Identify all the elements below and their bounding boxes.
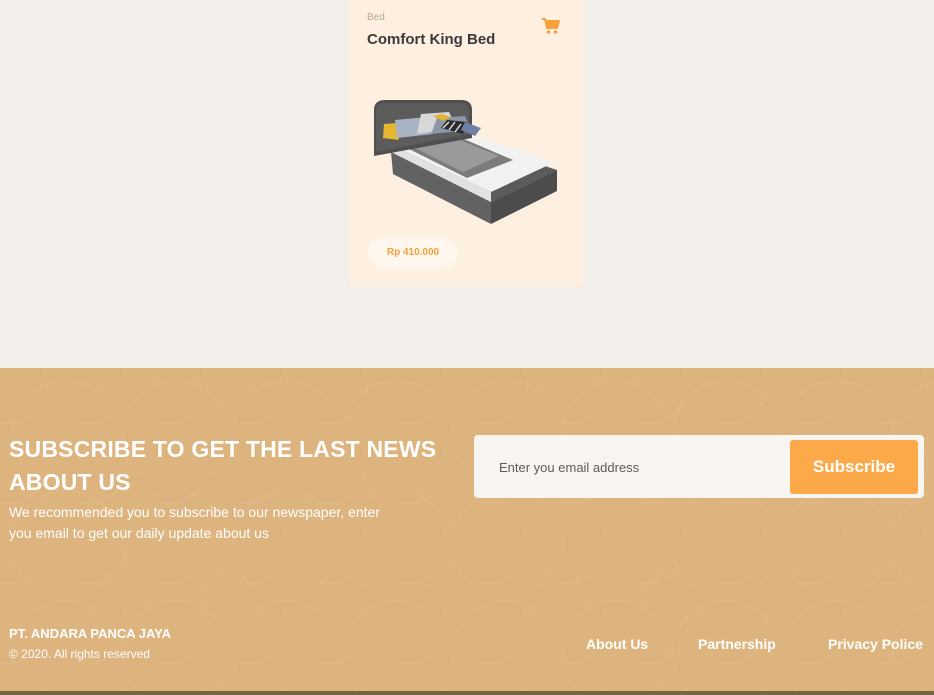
- subscribe-description-line-2: you email to get our daily update about …: [9, 525, 269, 541]
- subscribe-description-line-1: We recommended you to subscribe to our n…: [9, 504, 380, 520]
- product-category: Bed: [367, 12, 385, 23]
- bottom-divider: [0, 691, 934, 695]
- subscribe-form: Subscribe: [474, 435, 924, 498]
- subscribe-heading-line-2: ABOUT US: [9, 469, 131, 495]
- footer-link-partnership[interactable]: Partnership: [698, 636, 776, 652]
- subscribe-description: We recommended you to subscribe to our n…: [9, 502, 429, 544]
- cart-icon[interactable]: [541, 17, 561, 35]
- product-card[interactable]: Bed Comfort King Bed Rp 410.000: [349, 0, 584, 287]
- subscribe-heading: SUBSCRIBE TO GET THE LAST NEWS ABOUT US: [9, 433, 439, 499]
- email-input[interactable]: [497, 454, 781, 480]
- subscribe-button[interactable]: Subscribe: [790, 440, 918, 494]
- product-name[interactable]: Comfort King Bed: [367, 31, 495, 48]
- product-section: Bed Comfort King Bed Rp 410.000: [0, 0, 934, 368]
- price-tag: Rp 410.000: [368, 237, 458, 269]
- footer-link-about-us[interactable]: About Us: [586, 636, 648, 652]
- bed-image: [374, 100, 557, 224]
- company-name: PT. ANDARA PANCA JAYA: [9, 626, 172, 641]
- footer-link-privacy-police[interactable]: Privacy Police: [828, 636, 923, 652]
- subscribe-heading-line-1: SUBSCRIBE TO GET THE LAST NEWS: [9, 436, 437, 462]
- copyright-text: © 2020. All rights reserved: [9, 647, 150, 661]
